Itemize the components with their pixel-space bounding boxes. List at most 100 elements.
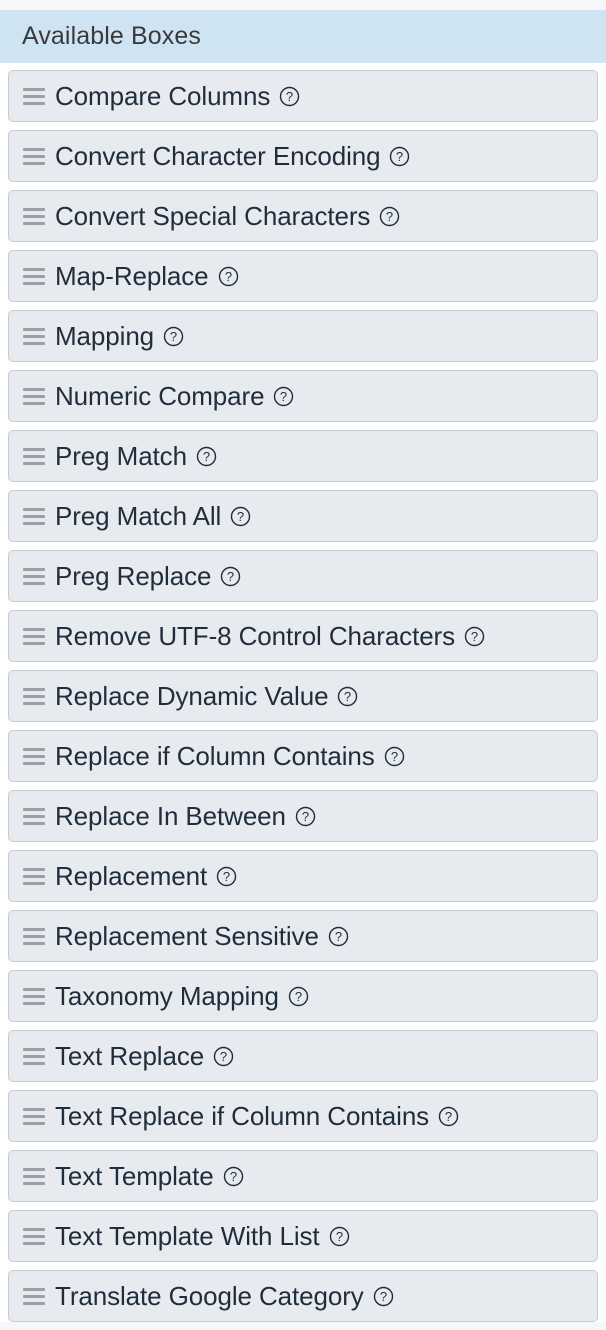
svg-text:?: ? [391, 748, 398, 763]
list-item-label: Text Template [55, 1161, 214, 1191]
help-circle-icon[interactable]: ? [438, 1106, 459, 1127]
list-item[interactable]: Remove UTF-8 Control Characters? [8, 610, 598, 662]
help-circle-icon[interactable]: ? [379, 206, 400, 227]
list-item-label: Preg Replace [55, 561, 212, 591]
help-circle-icon[interactable]: ? [163, 326, 184, 347]
available-boxes-panel: Available Boxes Compare Columns? Convert … [0, 0, 606, 1330]
drag-handle-icon[interactable] [23, 327, 45, 345]
list-item[interactable]: Convert Character Encoding? [8, 130, 598, 182]
list-item-label: Replace Dynamic Value [55, 681, 329, 711]
panel-title: Available Boxes [22, 22, 201, 50]
svg-text:?: ? [380, 1288, 387, 1303]
svg-text:?: ? [223, 868, 230, 883]
list-item-label: Replace In Between [55, 801, 286, 831]
drag-handle-icon[interactable] [23, 1167, 45, 1185]
help-circle-icon[interactable]: ? [464, 626, 485, 647]
drag-handle-icon[interactable] [23, 1227, 45, 1245]
svg-text:?: ? [230, 1168, 237, 1183]
drag-handle-icon[interactable] [23, 207, 45, 225]
drag-handle-icon[interactable] [23, 387, 45, 405]
list-item[interactable]: Text Replace? [8, 1030, 598, 1082]
list-item-label: Text Replace [55, 1041, 205, 1071]
list-item-label: Replacement Sensitive [55, 921, 319, 951]
help-circle-icon[interactable]: ? [288, 986, 309, 1007]
list-item-label: Text Replace if Column Contains [55, 1101, 430, 1131]
list-item[interactable]: Preg Match All? [8, 490, 598, 542]
list-item[interactable]: Preg Match? [8, 430, 598, 482]
list-item-label: Remove UTF-8 Control Characters [55, 621, 456, 651]
list-item[interactable]: Map-Replace? [8, 250, 598, 302]
svg-text:?: ? [203, 448, 210, 463]
list-item-label: Convert Character Encoding [55, 141, 381, 171]
help-circle-icon[interactable]: ? [328, 926, 349, 947]
svg-text:?: ? [220, 1048, 227, 1063]
list-item-label: Taxonomy Mapping [55, 981, 279, 1011]
list-item[interactable]: Translate Google Category? [8, 1270, 598, 1322]
help-circle-icon[interactable]: ? [223, 1166, 244, 1187]
help-circle-icon[interactable]: ? [273, 386, 294, 407]
svg-text:?: ? [295, 988, 302, 1003]
list-item[interactable]: Replace In Between? [8, 790, 598, 842]
help-circle-icon[interactable]: ? [279, 86, 300, 107]
help-circle-icon[interactable]: ? [218, 266, 239, 287]
svg-text:?: ? [302, 808, 309, 823]
help-circle-icon[interactable]: ? [384, 746, 405, 767]
svg-text:?: ? [386, 208, 393, 223]
help-circle-icon[interactable]: ? [389, 146, 410, 167]
drag-handle-icon[interactable] [23, 87, 45, 105]
list-item[interactable]: Compare Columns? [8, 70, 598, 122]
help-circle-icon[interactable]: ? [220, 566, 241, 587]
list-item-label: Numeric Compare [55, 381, 265, 411]
drag-handle-icon[interactable] [23, 747, 45, 765]
drag-handle-icon[interactable] [23, 507, 45, 525]
list-item[interactable]: Text Replace if Column Contains? [8, 1090, 598, 1142]
list-item-label: Map-Replace [55, 261, 209, 291]
svg-text:?: ? [344, 688, 351, 703]
list-item-label: Mapping [55, 321, 155, 351]
list-item[interactable]: Text Template With List? [8, 1210, 598, 1262]
list-item[interactable]: Replacement? [8, 850, 598, 902]
list-item[interactable]: Convert Special Characters? [8, 190, 598, 242]
list-item[interactable]: Mapping? [8, 310, 598, 362]
drag-handle-icon[interactable] [23, 267, 45, 285]
help-circle-icon[interactable]: ? [337, 686, 358, 707]
svg-text:?: ? [237, 508, 244, 523]
help-circle-icon[interactable]: ? [373, 1286, 394, 1307]
list-item[interactable]: Replace if Column Contains? [8, 730, 598, 782]
drag-handle-icon[interactable] [23, 627, 45, 645]
help-circle-icon[interactable]: ? [295, 806, 316, 827]
list-item[interactable]: Text Template? [8, 1150, 598, 1202]
help-circle-icon[interactable]: ? [196, 446, 217, 467]
drag-handle-icon[interactable] [23, 687, 45, 705]
drag-handle-icon[interactable] [23, 1047, 45, 1065]
list-item-label: Compare Columns [55, 81, 271, 111]
drag-handle-icon[interactable] [23, 1287, 45, 1305]
list-item-label: Replace if Column Contains [55, 741, 375, 771]
list-item[interactable]: Numeric Compare? [8, 370, 598, 422]
help-circle-icon[interactable]: ? [213, 1046, 234, 1067]
list-item-label: Replacement [55, 861, 208, 891]
svg-text:?: ? [286, 88, 293, 103]
drag-handle-icon[interactable] [23, 867, 45, 885]
list-item-label: Translate Google Category [55, 1281, 364, 1311]
list-item-label: Preg Match [55, 441, 187, 471]
list-item[interactable]: Replacement Sensitive? [8, 910, 598, 962]
help-circle-icon[interactable]: ? [216, 866, 237, 887]
drag-handle-icon[interactable] [23, 807, 45, 825]
drag-handle-icon[interactable] [23, 987, 45, 1005]
drag-handle-icon[interactable] [23, 567, 45, 585]
list-item[interactable]: Preg Replace? [8, 550, 598, 602]
drag-handle-icon[interactable] [23, 147, 45, 165]
svg-text:?: ? [224, 268, 231, 283]
svg-text:?: ? [335, 928, 342, 943]
drag-handle-icon[interactable] [23, 927, 45, 945]
panel-header: Available Boxes [0, 10, 606, 63]
list-item[interactable]: Taxonomy Mapping? [8, 970, 598, 1022]
list-item[interactable]: Replace Dynamic Value? [8, 670, 598, 722]
help-circle-icon[interactable]: ? [329, 1226, 350, 1247]
svg-text:?: ? [170, 328, 177, 343]
drag-handle-icon[interactable] [23, 447, 45, 465]
top-spacer [0, 0, 606, 10]
help-circle-icon[interactable]: ? [230, 506, 251, 527]
drag-handle-icon[interactable] [23, 1107, 45, 1125]
